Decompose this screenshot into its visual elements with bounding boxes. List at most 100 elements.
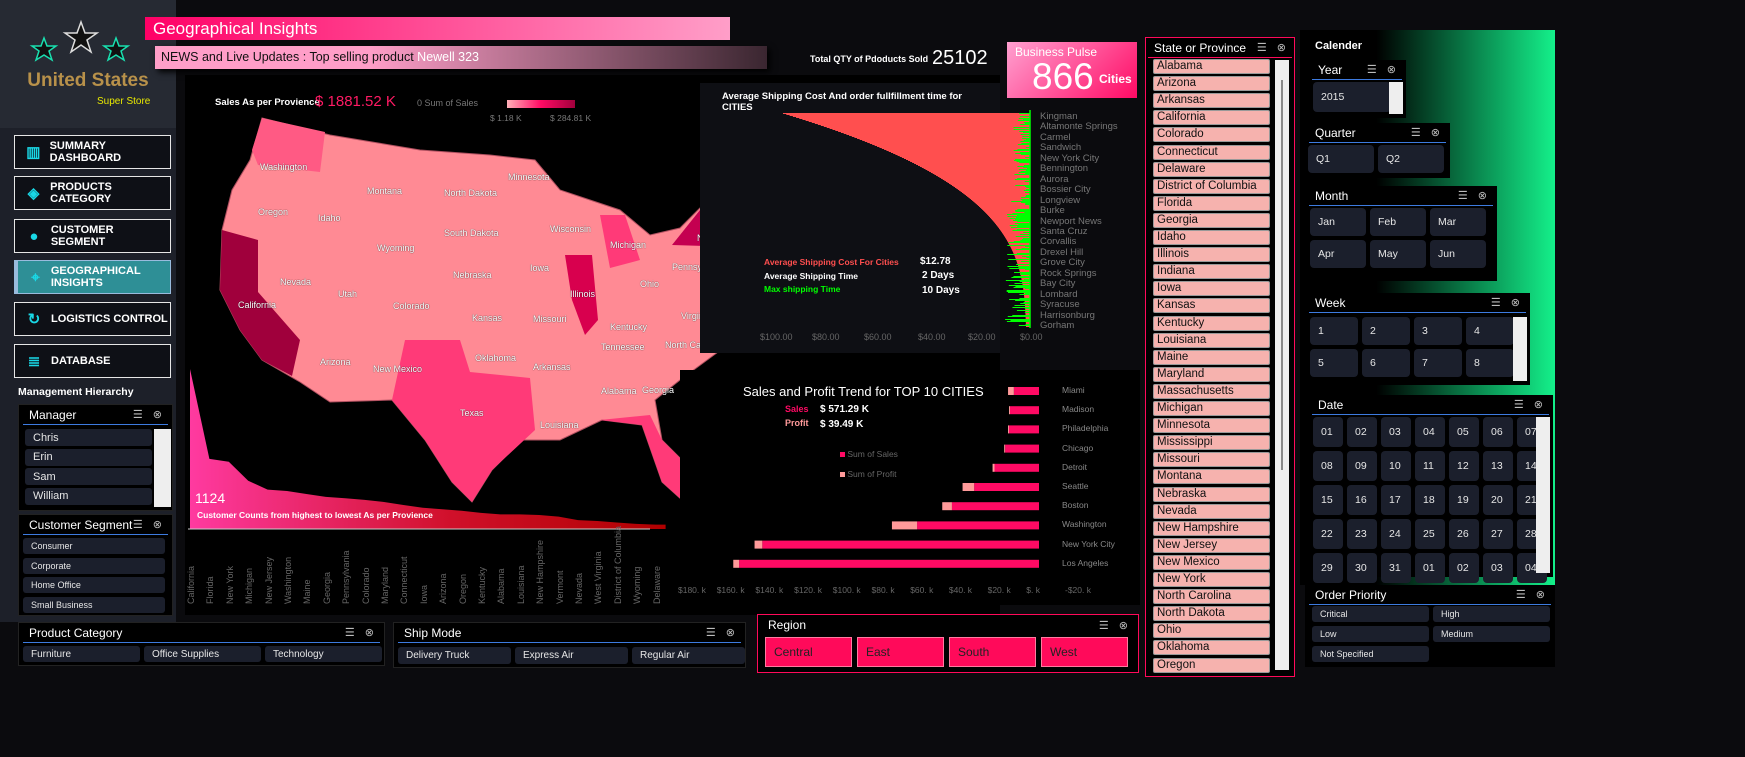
date-item[interactable]: 26	[1449, 519, 1479, 549]
clear-filter-icon[interactable]: ⊗	[1511, 296, 1520, 309]
clear-filter-icon[interactable]: ⊗	[1119, 619, 1128, 632]
multi-select-icon[interactable]: ☰	[1099, 619, 1109, 632]
clear-filter-icon[interactable]: ⊗	[1387, 63, 1396, 76]
state-item[interactable]: Mississippi	[1153, 435, 1270, 451]
clear-filter-icon[interactable]: ⊗	[1431, 126, 1440, 139]
state-item[interactable]: Kansas	[1153, 298, 1270, 314]
state-item[interactable]: Idaho	[1153, 230, 1270, 245]
region-item-west[interactable]: West	[1041, 637, 1128, 667]
month-item[interactable]: May	[1370, 240, 1426, 268]
date-item[interactable]: 16	[1347, 485, 1377, 515]
date-item[interactable]: 01	[1313, 417, 1343, 447]
date-item[interactable]: 24	[1381, 519, 1411, 549]
week-item[interactable]: 1	[1310, 317, 1358, 345]
month-item[interactable]: Jan	[1310, 208, 1366, 236]
scrollbar[interactable]	[1389, 82, 1403, 114]
state-item[interactable]: Colorado	[1153, 127, 1270, 143]
state-item[interactable]: New Mexico	[1153, 554, 1270, 570]
date-item[interactable]: 03	[1483, 553, 1513, 583]
clear-filter-icon[interactable]: ⊗	[365, 626, 374, 639]
month-item[interactable]: Mar	[1430, 208, 1486, 236]
clear-filter-icon[interactable]: ⊗	[726, 626, 735, 639]
state-item[interactable]: Minnesota	[1153, 418, 1270, 434]
scrollbar[interactable]	[1536, 417, 1550, 573]
date-item[interactable]: 03	[1381, 417, 1411, 447]
state-item[interactable]: Oklahoma	[1153, 640, 1270, 656]
state-item[interactable]: New York	[1153, 572, 1270, 587]
state-item[interactable]: Nebraska	[1153, 486, 1270, 502]
multi-select-icon[interactable]: ☰	[706, 626, 716, 639]
date-item[interactable]: 23	[1347, 519, 1377, 549]
manager-item[interactable]: William	[25, 487, 152, 505]
date-item[interactable]: 20	[1483, 485, 1513, 515]
date-item[interactable]: 27	[1483, 519, 1513, 549]
date-item[interactable]: 17	[1381, 485, 1411, 515]
week-item[interactable]: 6	[1362, 349, 1410, 377]
multi-select-icon[interactable]: ☰	[133, 518, 143, 531]
date-item[interactable]: 31	[1381, 553, 1411, 583]
state-item[interactable]: Maryland	[1153, 366, 1270, 382]
date-item[interactable]: 29	[1313, 553, 1343, 583]
date-item[interactable]: 02	[1347, 417, 1377, 447]
order-priority-item[interactable]: Medium	[1433, 626, 1550, 642]
product-category-item[interactable]: Office Supplies	[144, 646, 261, 662]
region-item-south[interactable]: South	[949, 637, 1036, 667]
clear-filter-icon[interactable]: ⊗	[153, 408, 162, 421]
multi-select-icon[interactable]: ☰	[1367, 63, 1377, 76]
multi-select-icon[interactable]: ☰	[133, 408, 143, 421]
clear-filter-icon[interactable]: ⊗	[153, 518, 162, 531]
date-item[interactable]: 15	[1313, 485, 1343, 515]
week-item[interactable]: 7	[1414, 349, 1462, 377]
state-item[interactable]: Missouri	[1153, 452, 1270, 468]
state-item[interactable]: District of Columbia	[1153, 178, 1270, 194]
clear-filter-icon[interactable]: ⊗	[1277, 41, 1286, 54]
nav-logistics-control[interactable]: ↻ LOGISTICS CONTROL	[14, 302, 171, 336]
order-priority-item[interactable]: Low	[1312, 626, 1429, 642]
product-category-item[interactable]: Furniture	[23, 646, 140, 662]
year-item[interactable]: 2015	[1313, 82, 1391, 112]
multi-select-icon[interactable]: ☰	[345, 626, 355, 639]
segment-item[interactable]: Small Business	[23, 596, 165, 613]
multi-select-icon[interactable]: ☰	[1257, 41, 1267, 54]
month-item[interactable]: Jun	[1430, 240, 1486, 268]
date-item[interactable]: 12	[1449, 451, 1479, 481]
date-item[interactable]: 13	[1483, 451, 1513, 481]
order-priority-item[interactable]: High	[1433, 606, 1550, 622]
state-item[interactable]: Michigan	[1153, 401, 1270, 416]
date-item[interactable]: 25	[1415, 519, 1445, 549]
multi-select-icon[interactable]: ☰	[1514, 398, 1524, 411]
nav-database[interactable]: ≣ DATABASE	[14, 344, 171, 378]
state-item[interactable]: Illinois	[1153, 247, 1270, 263]
week-item[interactable]: 3	[1414, 317, 1462, 345]
state-item[interactable]: Florida	[1153, 195, 1270, 211]
ship-mode-item[interactable]: Regular Air	[632, 647, 745, 664]
multi-select-icon[interactable]: ☰	[1491, 296, 1501, 309]
state-item[interactable]: Iowa	[1153, 281, 1270, 297]
state-item[interactable]: Indiana	[1153, 264, 1270, 280]
state-item[interactable]: Louisiana	[1153, 332, 1270, 348]
date-item[interactable]: 22	[1313, 519, 1343, 549]
date-item[interactable]: 04	[1415, 417, 1445, 447]
state-item[interactable]: Massachusetts	[1153, 383, 1270, 399]
date-item[interactable]: 10	[1381, 451, 1411, 481]
date-item[interactable]: 30	[1347, 553, 1377, 583]
manager-item[interactable]: Sam	[25, 468, 152, 485]
date-item[interactable]: 05	[1449, 417, 1479, 447]
state-item[interactable]: North Carolina	[1153, 589, 1270, 605]
clear-filter-icon[interactable]: ⊗	[1534, 398, 1543, 411]
state-item[interactable]: Maine	[1153, 349, 1270, 365]
week-item[interactable]: 4	[1466, 317, 1514, 345]
state-item[interactable]: Kentucky	[1153, 315, 1270, 331]
multi-select-icon[interactable]: ☰	[1458, 189, 1468, 202]
state-item[interactable]: Georgia	[1153, 212, 1270, 228]
nav-geographical-insights[interactable]: ⌖ GEOGRAPHICAL INSIGHTS	[14, 260, 171, 294]
manager-item[interactable]: Chris	[25, 429, 152, 446]
segment-item[interactable]: Corporate	[23, 557, 165, 574]
date-item[interactable]: 01	[1415, 553, 1445, 583]
state-item[interactable]: Alabama	[1153, 59, 1270, 74]
date-item[interactable]: 19	[1449, 485, 1479, 515]
multi-select-icon[interactable]: ☰	[1411, 126, 1421, 139]
quarter-item[interactable]: Q1	[1308, 145, 1374, 173]
date-item[interactable]: 11	[1415, 451, 1445, 481]
scrollbar[interactable]	[1513, 317, 1527, 381]
